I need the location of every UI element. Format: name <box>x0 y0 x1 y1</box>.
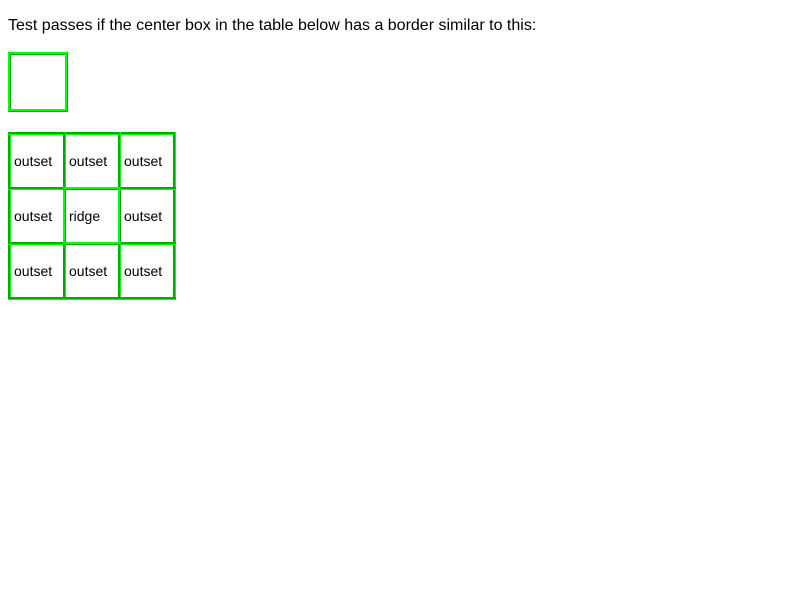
border-style-table: outset outset outset outset ridge outset… <box>8 132 176 300</box>
table-row: outset ridge outset <box>8 187 176 245</box>
table-row: outset outset outset <box>8 242 176 300</box>
table-cell: outset <box>118 187 176 245</box>
table-row: outset outset outset <box>8 132 176 190</box>
table-cell: outset <box>8 242 66 300</box>
table-cell: outset <box>63 132 121 190</box>
table-cell: outset <box>8 187 66 245</box>
table-cell: outset <box>63 242 121 300</box>
table-cell: outset <box>8 132 66 190</box>
reference-ridge-box <box>8 52 68 112</box>
test-instruction: Test passes if the center box in the tab… <box>8 17 537 34</box>
table-cell: outset <box>118 242 176 300</box>
table-cell: outset <box>118 132 176 190</box>
center-ridge-cell: ridge <box>63 187 121 245</box>
